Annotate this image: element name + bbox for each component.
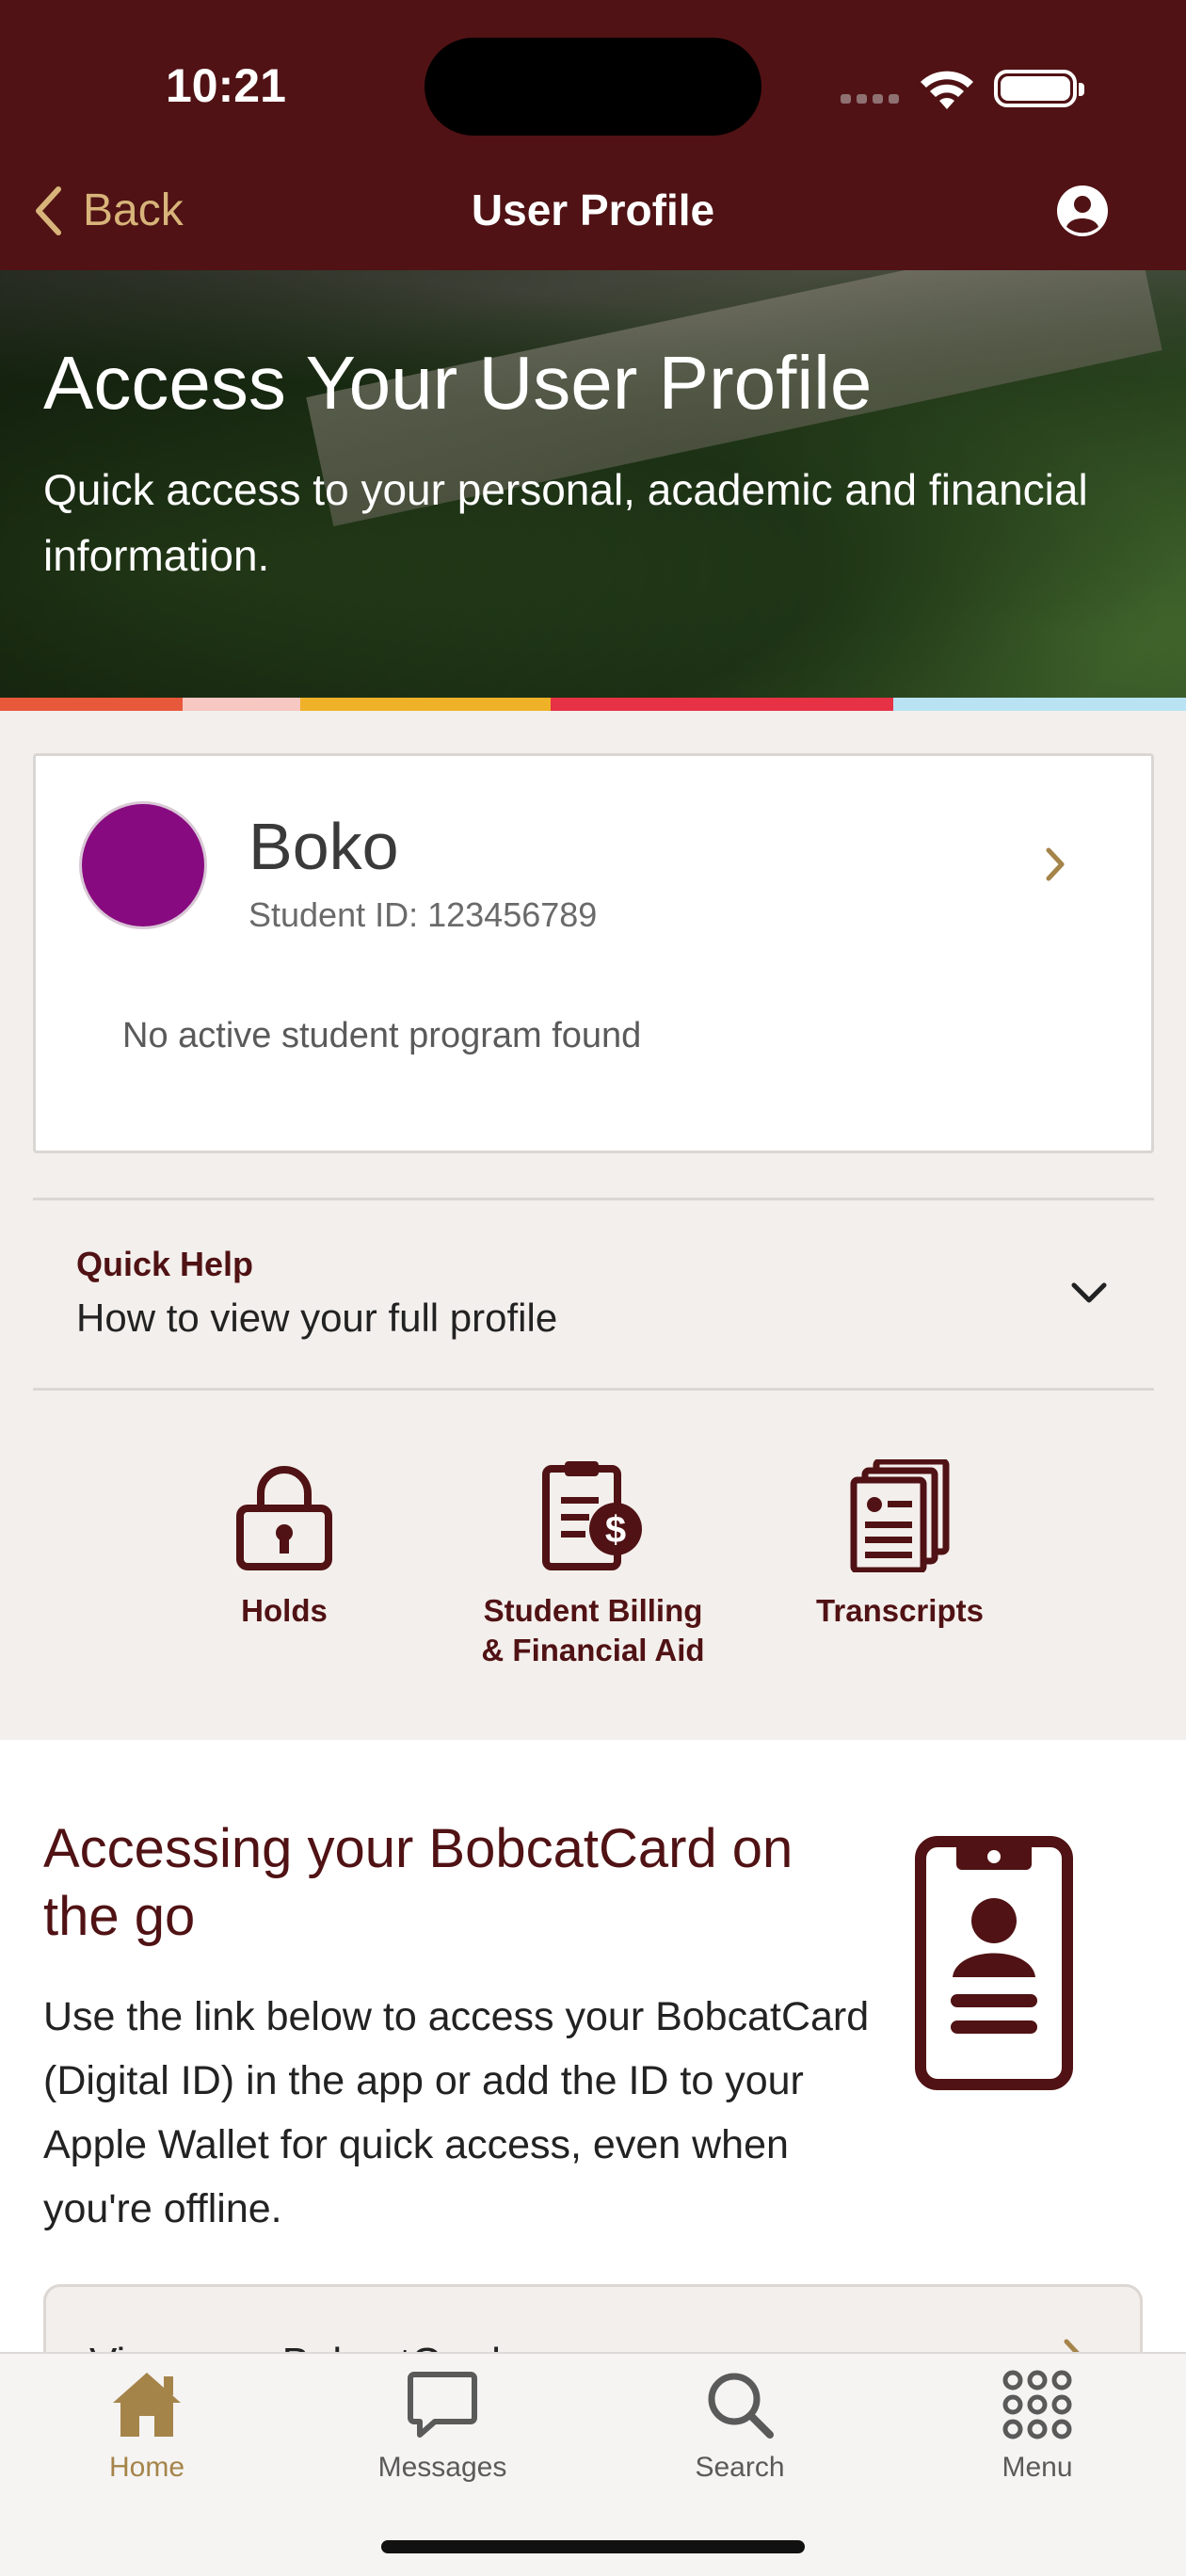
- home-icon: [113, 2373, 181, 2437]
- home-indicator: [381, 2540, 805, 2553]
- divider: [33, 1198, 1154, 1200]
- transcripts-icon: [850, 1459, 950, 1572]
- tab-messages[interactable]: Messages: [348, 2369, 537, 2484]
- tab-menu-label: Menu: [1002, 2452, 1073, 2483]
- student-billing-label: Student Billing & Financial Aid: [481, 1593, 705, 1667]
- hero-subtitle: Quick access to your personal, academic …: [43, 465, 1088, 580]
- page-title: User Profile: [471, 185, 715, 234]
- holds-button[interactable]: Holds: [143, 1459, 425, 1631]
- program-status: No active student program found: [122, 1016, 642, 1055]
- tab-search[interactable]: Search: [646, 2369, 834, 2484]
- bobcatcard-description: Use the link below to access your Bobcat…: [43, 1994, 870, 2231]
- search-icon: [708, 2373, 774, 2439]
- quick-help-label: Quick Help: [76, 1245, 254, 1283]
- hero-title: Access Your User Profile: [43, 341, 873, 425]
- svg-text:$: $: [605, 1509, 626, 1551]
- student-billing-button[interactable]: $ Student Billing & Financial Aid: [452, 1459, 734, 1670]
- chevron-down-icon[interactable]: [1070, 1280, 1108, 1305]
- messages-icon: [408, 2372, 477, 2438]
- grid-menu-icon: [1002, 2370, 1072, 2439]
- brand-color-stripe: [0, 698, 1186, 711]
- digital-id-card-icon: [915, 1836, 1073, 2090]
- top-bar: 10:21 Back User Profile: [0, 0, 1186, 270]
- wifi-icon: [921, 71, 973, 109]
- user-profile-icon[interactable]: [1055, 184, 1110, 238]
- transcripts-label: Transcripts: [816, 1593, 984, 1628]
- transcripts-button[interactable]: Transcripts: [759, 1459, 1041, 1631]
- tab-search-label: Search: [695, 2452, 785, 2483]
- bobcatcard-title: Accessing your BobcatCard on the go: [43, 1818, 793, 1947]
- student-id: Student ID: 123456789: [248, 895, 598, 934]
- tab-menu[interactable]: Menu: [943, 2369, 1131, 2484]
- battery-icon: [994, 70, 1084, 107]
- student-name: Boko: [248, 810, 399, 883]
- tab-messages-label: Messages: [377, 2452, 507, 2483]
- avatar: [79, 801, 207, 929]
- tab-home[interactable]: Home: [53, 2369, 241, 2484]
- status-time: 10:21: [166, 59, 286, 112]
- tab-home-label: Home: [108, 2452, 185, 2483]
- holds-label: Holds: [241, 1593, 328, 1628]
- billing-icon: $: [542, 1461, 642, 1570]
- profile-card[interactable]: Boko Student ID: 123456789 No active stu…: [33, 753, 1154, 1153]
- chevron-right-icon[interactable]: [1045, 846, 1066, 882]
- cellular-signal-icon: [841, 94, 901, 104]
- lock-icon: [236, 1466, 332, 1570]
- hero-banner: Access Your User Profile Quick access to…: [0, 270, 1186, 698]
- quick-help-title[interactable]: How to view your full profile: [76, 1296, 557, 1341]
- dynamic-island: [425, 38, 761, 136]
- divider: [33, 1388, 1154, 1391]
